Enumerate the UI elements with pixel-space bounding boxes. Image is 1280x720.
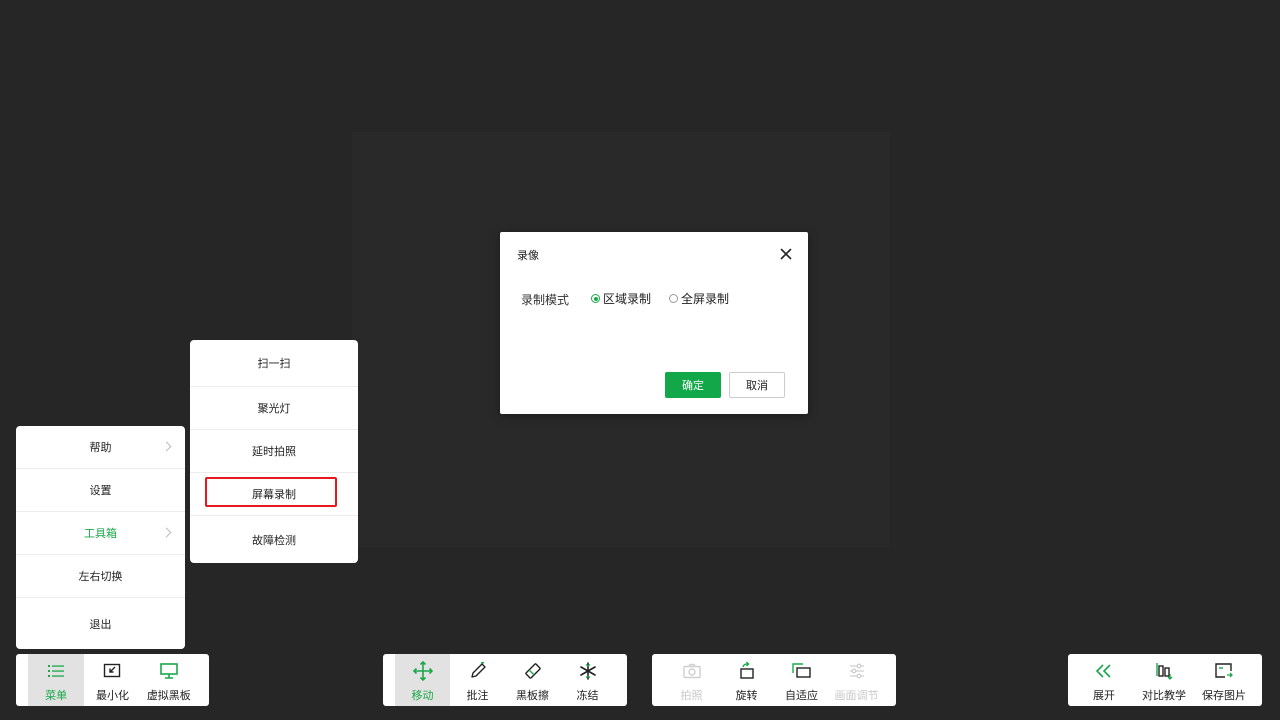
toolbox-submenu: 扫一扫 聚光灯 延时拍照 屏幕录制 故障检测	[190, 340, 358, 563]
menu-item-toolbox[interactable]: 工具箱	[16, 512, 185, 555]
menu-item-label: 延时拍照	[252, 445, 296, 458]
rotate-button[interactable]: 旋转	[719, 654, 774, 706]
confirm-button[interactable]: 确定	[665, 372, 721, 398]
tool-label: 移动	[411, 689, 434, 702]
dialog-title: 录像	[517, 249, 539, 262]
menu-item-label: 故障检测	[252, 533, 296, 547]
menu-item-settings[interactable]: 设置	[16, 469, 185, 512]
menu-item-label: 左右切换	[78, 570, 123, 583]
record-dialog: 录像 录制模式 区域录制 全屏录制 确定 取消	[500, 232, 808, 414]
menu-item-label: 退出	[89, 617, 112, 631]
tool-label: 冻结	[576, 689, 599, 702]
menu-item-exit[interactable]: 退出	[16, 598, 185, 649]
radio-selected-icon	[591, 294, 600, 303]
save-image-icon	[1213, 660, 1235, 682]
radio-fullscreen-record[interactable]: 全屏录制	[669, 290, 729, 307]
tool-label: 展开	[1093, 689, 1115, 702]
close-icon[interactable]	[778, 246, 794, 262]
highlight-box	[205, 477, 337, 507]
tool-label: 菜单	[45, 689, 68, 702]
menu-item-label: 扫一扫	[257, 357, 291, 370]
compare-teaching-button[interactable]: 对比教学	[1134, 654, 1194, 706]
save-image-button[interactable]: 保存图片	[1194, 654, 1254, 706]
sliders-icon	[846, 660, 868, 682]
eraser-button[interactable]: 黑板擦	[505, 654, 560, 706]
menu-item-switch-side[interactable]: 左右切换	[16, 555, 185, 598]
minimize-button[interactable]: 最小化	[84, 654, 140, 706]
radio-label: 全屏录制	[681, 292, 730, 306]
tool-label: 虚拟黑板	[146, 689, 191, 702]
rotate-icon	[736, 660, 758, 682]
annotate-button[interactable]: 批注	[450, 654, 505, 706]
image-adjust-button[interactable]: 画面调节	[829, 654, 884, 706]
menu-item-label: 工具箱	[84, 527, 117, 540]
eraser-icon	[522, 660, 544, 682]
radio-region-record[interactable]: 区域录制	[591, 290, 651, 307]
move-icon	[412, 660, 434, 682]
tool-label: 自适应	[785, 689, 818, 702]
toolbar-view: 拍照 旋转 自适应 画面调节	[652, 654, 896, 706]
radio-label: 区域录制	[603, 292, 652, 306]
virtual-blackboard-button[interactable]: 虚拟黑板	[141, 654, 197, 706]
submenu-item-spotlight[interactable]: 聚光灯	[190, 387, 358, 430]
tool-label: 最小化	[95, 689, 129, 702]
list-icon	[45, 660, 67, 682]
menu-item-help[interactable]: 帮助	[16, 426, 185, 469]
snowflake-icon	[577, 660, 599, 682]
main-menu: 帮助 设置 工具箱 左右切换 退出	[16, 426, 185, 649]
tool-label: 批注	[466, 689, 489, 702]
tool-label: 黑板擦	[516, 689, 549, 702]
fit-icon	[791, 660, 813, 682]
submenu-item-fault-detect[interactable]: 故障检测	[190, 516, 358, 563]
record-mode-label: 录制模式	[521, 293, 570, 307]
menu-item-label: 聚光灯	[257, 402, 291, 415]
minimize-icon	[101, 660, 123, 682]
tool-label: 拍照	[680, 689, 703, 702]
menu-button[interactable]: 菜单	[28, 654, 85, 706]
submenu-item-timed-photo[interactable]: 延时拍照	[190, 430, 358, 473]
monitor-icon	[158, 660, 180, 682]
tool-label: 保存图片	[1202, 689, 1246, 702]
expand-button[interactable]: 展开	[1074, 654, 1134, 706]
radio-unselected-icon	[669, 294, 678, 303]
submenu-item-screen-record[interactable]: 屏幕录制	[190, 473, 358, 516]
double-chevron-left-icon	[1093, 660, 1115, 682]
chevron-right-icon	[161, 441, 172, 452]
chevron-right-icon	[161, 527, 172, 538]
submenu-item-scan[interactable]: 扫一扫	[190, 340, 358, 387]
menu-item-label: 帮助	[89, 441, 112, 454]
compare-icon	[1153, 660, 1175, 682]
pen-icon	[467, 660, 489, 682]
tool-label: 画面调节	[834, 689, 879, 702]
toolbar-right: 展开 对比教学 保存图片	[1068, 654, 1262, 706]
freeze-button[interactable]: 冻结	[560, 654, 615, 706]
menu-item-label: 设置	[89, 484, 112, 497]
toolbar-annotation: 移动 批注 黑板擦 冻结	[383, 654, 627, 706]
tool-label: 旋转	[735, 689, 758, 702]
tool-label: 对比教学	[1142, 689, 1186, 702]
fit-button[interactable]: 自适应	[774, 654, 829, 706]
toolbar-main: 菜单 最小化 虚拟黑板	[16, 654, 209, 706]
move-button[interactable]: 移动	[395, 654, 450, 706]
cancel-button[interactable]: 取消	[729, 372, 785, 398]
photo-button[interactable]: 拍照	[664, 654, 719, 706]
camera-icon	[681, 660, 703, 682]
